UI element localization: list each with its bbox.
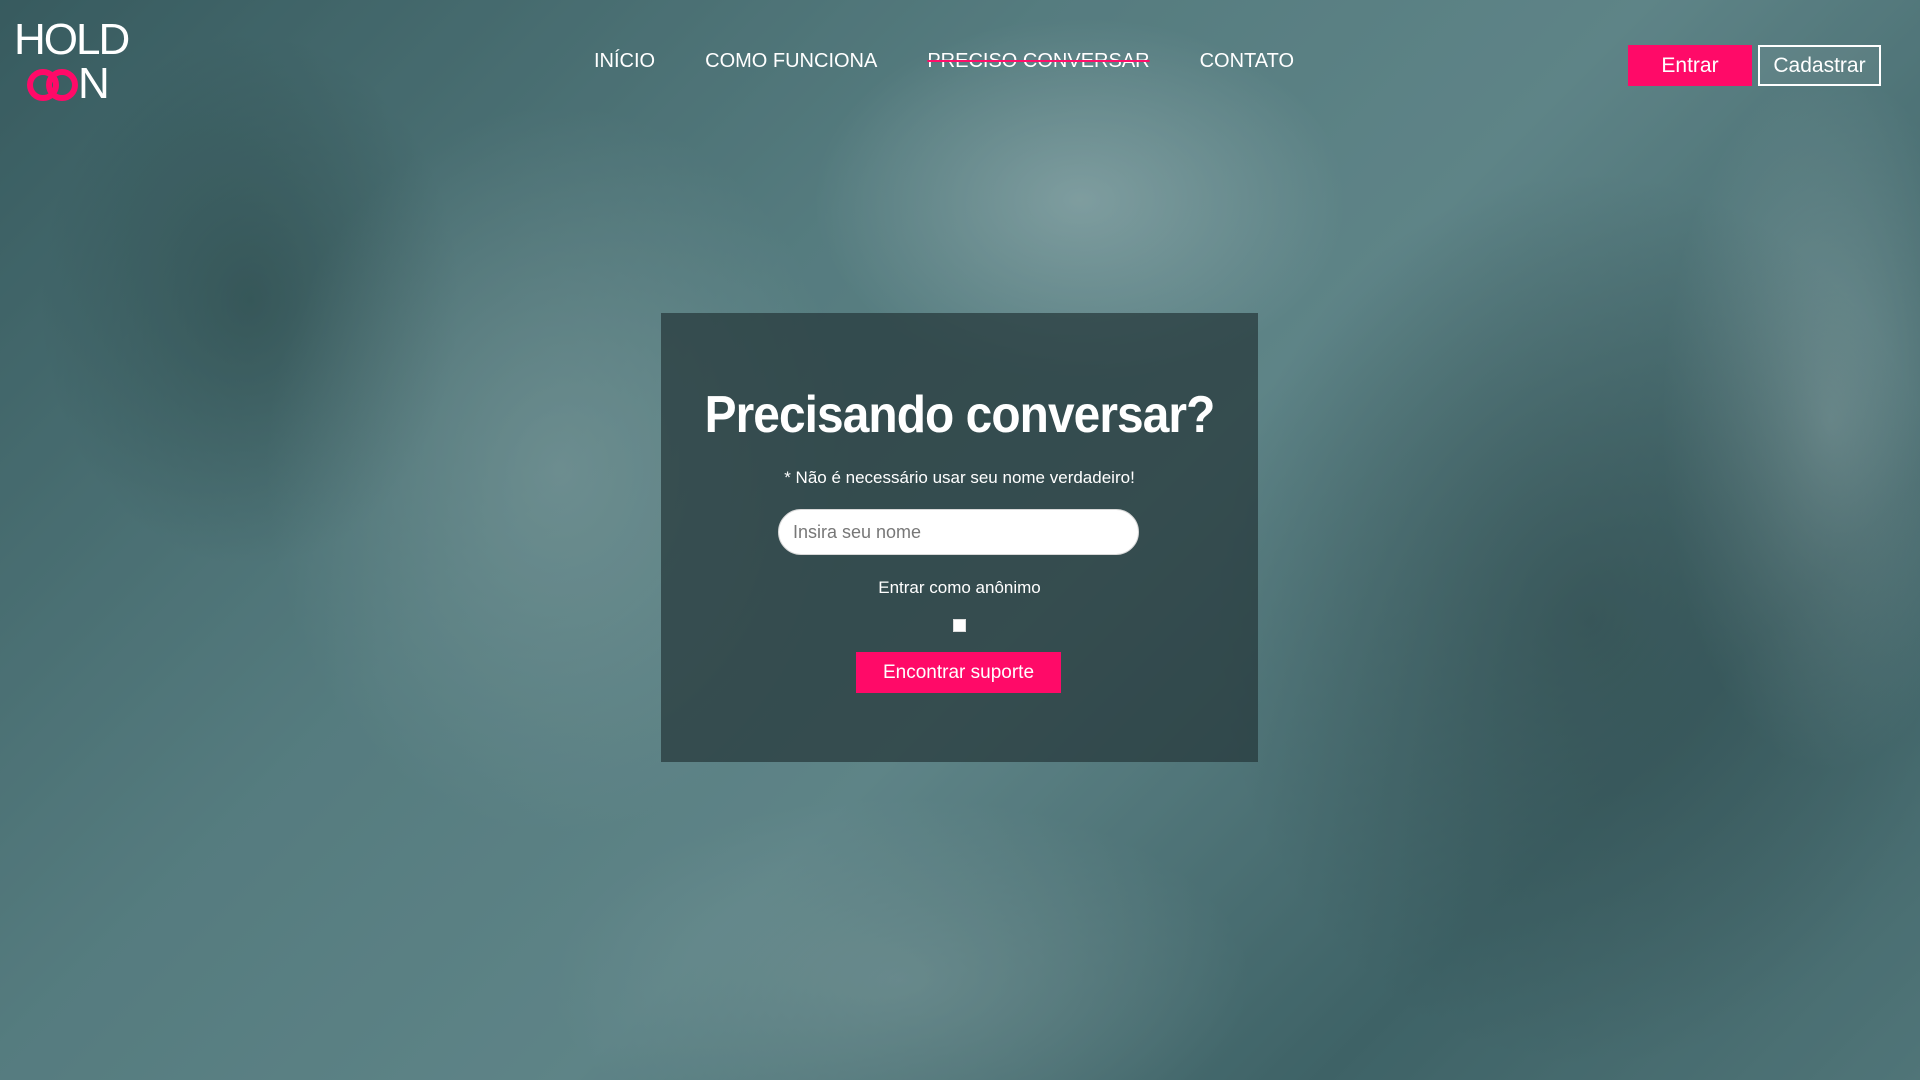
main-nav: INÍCIO COMO FUNCIONA PRECISO CONVERSAR C… <box>594 50 1294 73</box>
signup-button[interactable]: Cadastrar <box>1758 45 1881 86</box>
anonymous-label: Entrar como anônimo <box>878 578 1041 597</box>
page-title: Precisando conversar? <box>704 386 1216 444</box>
logo-letter-n: N <box>78 59 110 108</box>
page: HOLD N INÍCIO COMO FUNCIONA PRECISO CONV… <box>0 0 1920 1080</box>
login-button[interactable]: Entrar <box>1628 45 1752 86</box>
find-support-button[interactable]: Encontrar suporte <box>856 652 1061 693</box>
nav-link-como-funciona[interactable]: COMO FUNCIONA <box>705 50 877 73</box>
chat-entry-card: Precisando conversar? * Não é necessário… <box>661 313 1258 762</box>
logo-top-text: HOLD <box>14 15 130 64</box>
logo-bottom: N <box>26 62 136 106</box>
nav-link-inicio[interactable]: INÍCIO <box>594 50 655 73</box>
infinity-rings-icon <box>27 69 78 101</box>
name-input[interactable] <box>778 509 1139 555</box>
nav-link-preciso-conversar[interactable]: PRECISO CONVERSAR <box>927 50 1149 73</box>
nav-link-contato[interactable]: CONTATO <box>1200 50 1294 73</box>
anonymous-checkbox[interactable] <box>953 619 966 632</box>
name-note: * Não é necessário usar seu nome verdade… <box>784 468 1135 487</box>
logo[interactable]: HOLD N <box>14 15 136 106</box>
